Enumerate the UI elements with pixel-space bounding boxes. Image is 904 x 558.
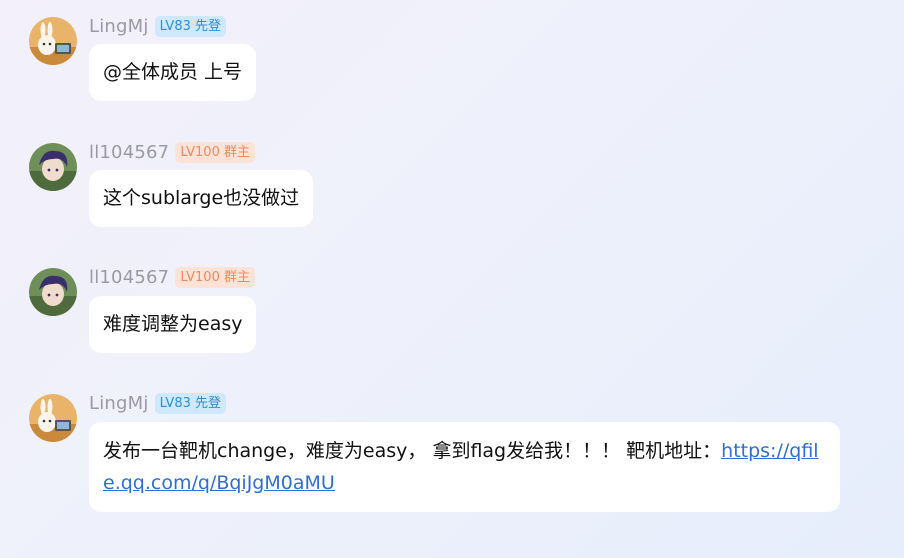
avatar[interactable] — [29, 268, 77, 316]
avatar[interactable] — [29, 17, 77, 65]
anime-boy-avatar-icon — [29, 143, 77, 191]
sender-name[interactable]: ll104567 — [89, 267, 169, 288]
level-badge: LV83 先登 — [154, 16, 226, 37]
sender-name[interactable]: ll104567 — [89, 142, 169, 163]
message-bubble[interactable]: @全体成员 上号 — [89, 44, 257, 101]
message-bubble[interactable]: 难度调整为easy — [89, 296, 257, 353]
sender-info: LingMj LV83 先登 — [89, 16, 226, 37]
message-text: @全体成员 上号 — [103, 61, 243, 83]
sender-info: LingMj LV83 先登 — [89, 393, 226, 414]
avatar[interactable] — [29, 143, 77, 191]
avatar[interactable] — [29, 394, 77, 442]
bunny-avatar-icon — [29, 17, 77, 65]
sender-info: ll104567 LV100 群主 — [89, 267, 255, 288]
sender-name[interactable]: LingMj — [89, 393, 149, 414]
sender-name[interactable]: LingMj — [89, 16, 149, 37]
sender-info: ll104567 LV100 群主 — [89, 142, 255, 163]
message-bubble[interactable]: 这个sublarge也没做过 — [89, 170, 314, 227]
anime-boy-avatar-icon — [29, 268, 77, 316]
bunny-avatar-icon — [29, 394, 77, 442]
level-badge: LV100 群主 — [175, 142, 255, 163]
message-text: 难度调整为easy — [103, 313, 243, 335]
message-text: 这个sublarge也没做过 — [103, 187, 300, 209]
message-text: 发布一台靶机change，难度为easy， 拿到flag发给我！！！ 靶机地址： — [103, 440, 722, 462]
level-badge: LV100 群主 — [175, 267, 255, 288]
message-bubble[interactable]: 发布一台靶机change，难度为easy， 拿到flag发给我！！！ 靶机地址：… — [89, 422, 840, 512]
level-badge: LV83 先登 — [154, 393, 226, 414]
